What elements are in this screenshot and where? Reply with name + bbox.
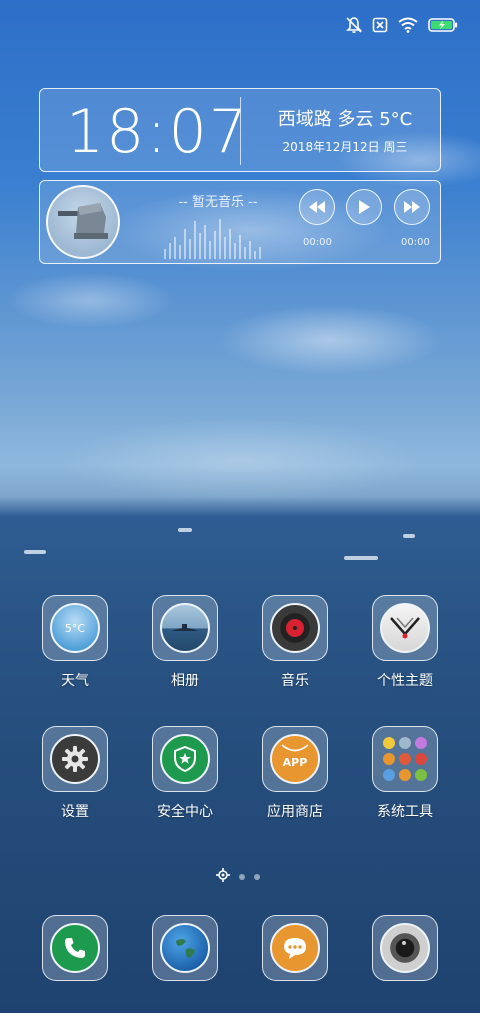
date-label: 2018年12月12日 周三 [282, 140, 408, 154]
disc-label [286, 619, 304, 637]
ship-4 [403, 534, 415, 538]
folder-mini-icon [399, 753, 411, 765]
app-tile [152, 595, 218, 661]
naval-gun-icon [58, 203, 108, 239]
app-system-tools[interactable]: 系统工具 [360, 726, 450, 821]
status-bar [346, 14, 458, 36]
globe-glyph [176, 939, 195, 958]
wifi-icon [398, 17, 418, 33]
app-store-icon: APP [270, 734, 320, 784]
battery-charging-icon [428, 18, 458, 32]
app-label: 天气 [61, 673, 89, 689]
app-weather[interactable]: 5°C 天气 [30, 595, 120, 690]
app-security[interactable]: 安全中心 [140, 726, 230, 821]
app-label: 个性主题 [377, 673, 433, 689]
dock-browser[interactable] [140, 915, 230, 981]
folder-icon [383, 737, 427, 781]
folder-mini-icon [415, 737, 427, 749]
shield-icon [160, 734, 210, 784]
browser-globe-icon [160, 923, 210, 973]
widget-divider [240, 97, 241, 165]
folder-mini-icon [415, 753, 427, 765]
folder-mini-icon [399, 737, 411, 749]
rewind-icon [309, 201, 325, 213]
equalizer-graphic [164, 215, 264, 259]
gear-glyph [62, 746, 88, 772]
app-store[interactable]: APP 应用商店 [250, 726, 340, 821]
music-title: -- 暂无音乐 -- [178, 195, 258, 210]
disc-hole [293, 626, 297, 630]
phone-icon [50, 923, 100, 973]
elapsed-time: 00:00 [303, 237, 332, 248]
music-widget: -- 暂无音乐 -- 00:00 00:00 [39, 180, 441, 264]
folder-mini-icon [383, 737, 395, 749]
app-tile [372, 726, 438, 792]
weather-temp-badge: 5°C [64, 621, 86, 635]
page-dot[interactable] [254, 873, 260, 880]
gear-icon [50, 734, 100, 784]
app-label: 音乐 [281, 673, 309, 689]
folder-mini-icon [383, 753, 395, 765]
app-label: 系统工具 [377, 804, 433, 820]
app-music[interactable]: 音乐 [250, 595, 340, 690]
music-disc-icon [270, 603, 320, 653]
total-time: 00:00 [401, 237, 430, 248]
play-button[interactable] [346, 189, 382, 225]
bag-handle-glyph [281, 744, 309, 752]
app-tile [42, 726, 108, 792]
app-label: 设置 [61, 804, 89, 820]
clock-time: 18:07 [66, 97, 249, 167]
app-themes[interactable]: 个性主题 [360, 595, 450, 690]
submarine-icon [172, 624, 198, 631]
album-art[interactable] [46, 185, 120, 259]
uniform-collar-icon [390, 617, 420, 639]
no-sim-icon [372, 17, 388, 33]
app-tile [152, 915, 218, 981]
app-tile [262, 915, 328, 981]
shield-star-glyph [174, 746, 196, 772]
home-page-icon [216, 867, 230, 886]
app-settings[interactable]: 设置 [30, 726, 120, 821]
ship-2 [344, 556, 378, 560]
play-icon [359, 200, 370, 214]
themes-icon [380, 603, 430, 653]
ship-3 [178, 528, 192, 532]
folder-mini-icon [383, 769, 395, 781]
page-indicator[interactable] [216, 867, 260, 886]
folder-mini-icon [399, 769, 411, 781]
previous-button[interactable] [299, 189, 335, 225]
app-gallery[interactable]: 相册 [140, 595, 230, 690]
lens-glint [402, 941, 406, 945]
chat-bubble-glyph [284, 938, 306, 959]
camera-icon [380, 923, 430, 973]
page-dot[interactable] [239, 873, 245, 880]
dock-phone[interactable] [30, 915, 120, 981]
app-tile [262, 595, 328, 661]
dock-messages[interactable] [250, 915, 340, 981]
app-label: 相册 [171, 673, 199, 689]
mute-bell-icon [346, 16, 362, 34]
app-tile: APP [262, 726, 328, 792]
dock-camera[interactable] [360, 915, 450, 981]
message-icon [270, 923, 320, 973]
weather-summary: 西域路 多云 5°C [277, 109, 413, 130]
app-tile [42, 915, 108, 981]
handset-glyph [65, 938, 85, 958]
next-button[interactable] [394, 189, 430, 225]
ship-1 [24, 550, 46, 554]
folder-mini-icon [415, 769, 427, 781]
app-store-badge: APP [282, 755, 308, 769]
app-tile: 5°C [42, 595, 108, 661]
gallery-icon [160, 603, 210, 653]
app-tile [372, 595, 438, 661]
clock-weather-widget[interactable]: 18:07 西域路 多云 5°C 2018年12月12日 周三 [39, 88, 441, 172]
fast-forward-icon [404, 201, 420, 213]
weather-icon: 5°C [50, 603, 100, 653]
app-label: 安全中心 [157, 804, 213, 820]
app-tile [372, 915, 438, 981]
app-label: 应用商店 [267, 804, 323, 820]
app-tile [152, 726, 218, 792]
